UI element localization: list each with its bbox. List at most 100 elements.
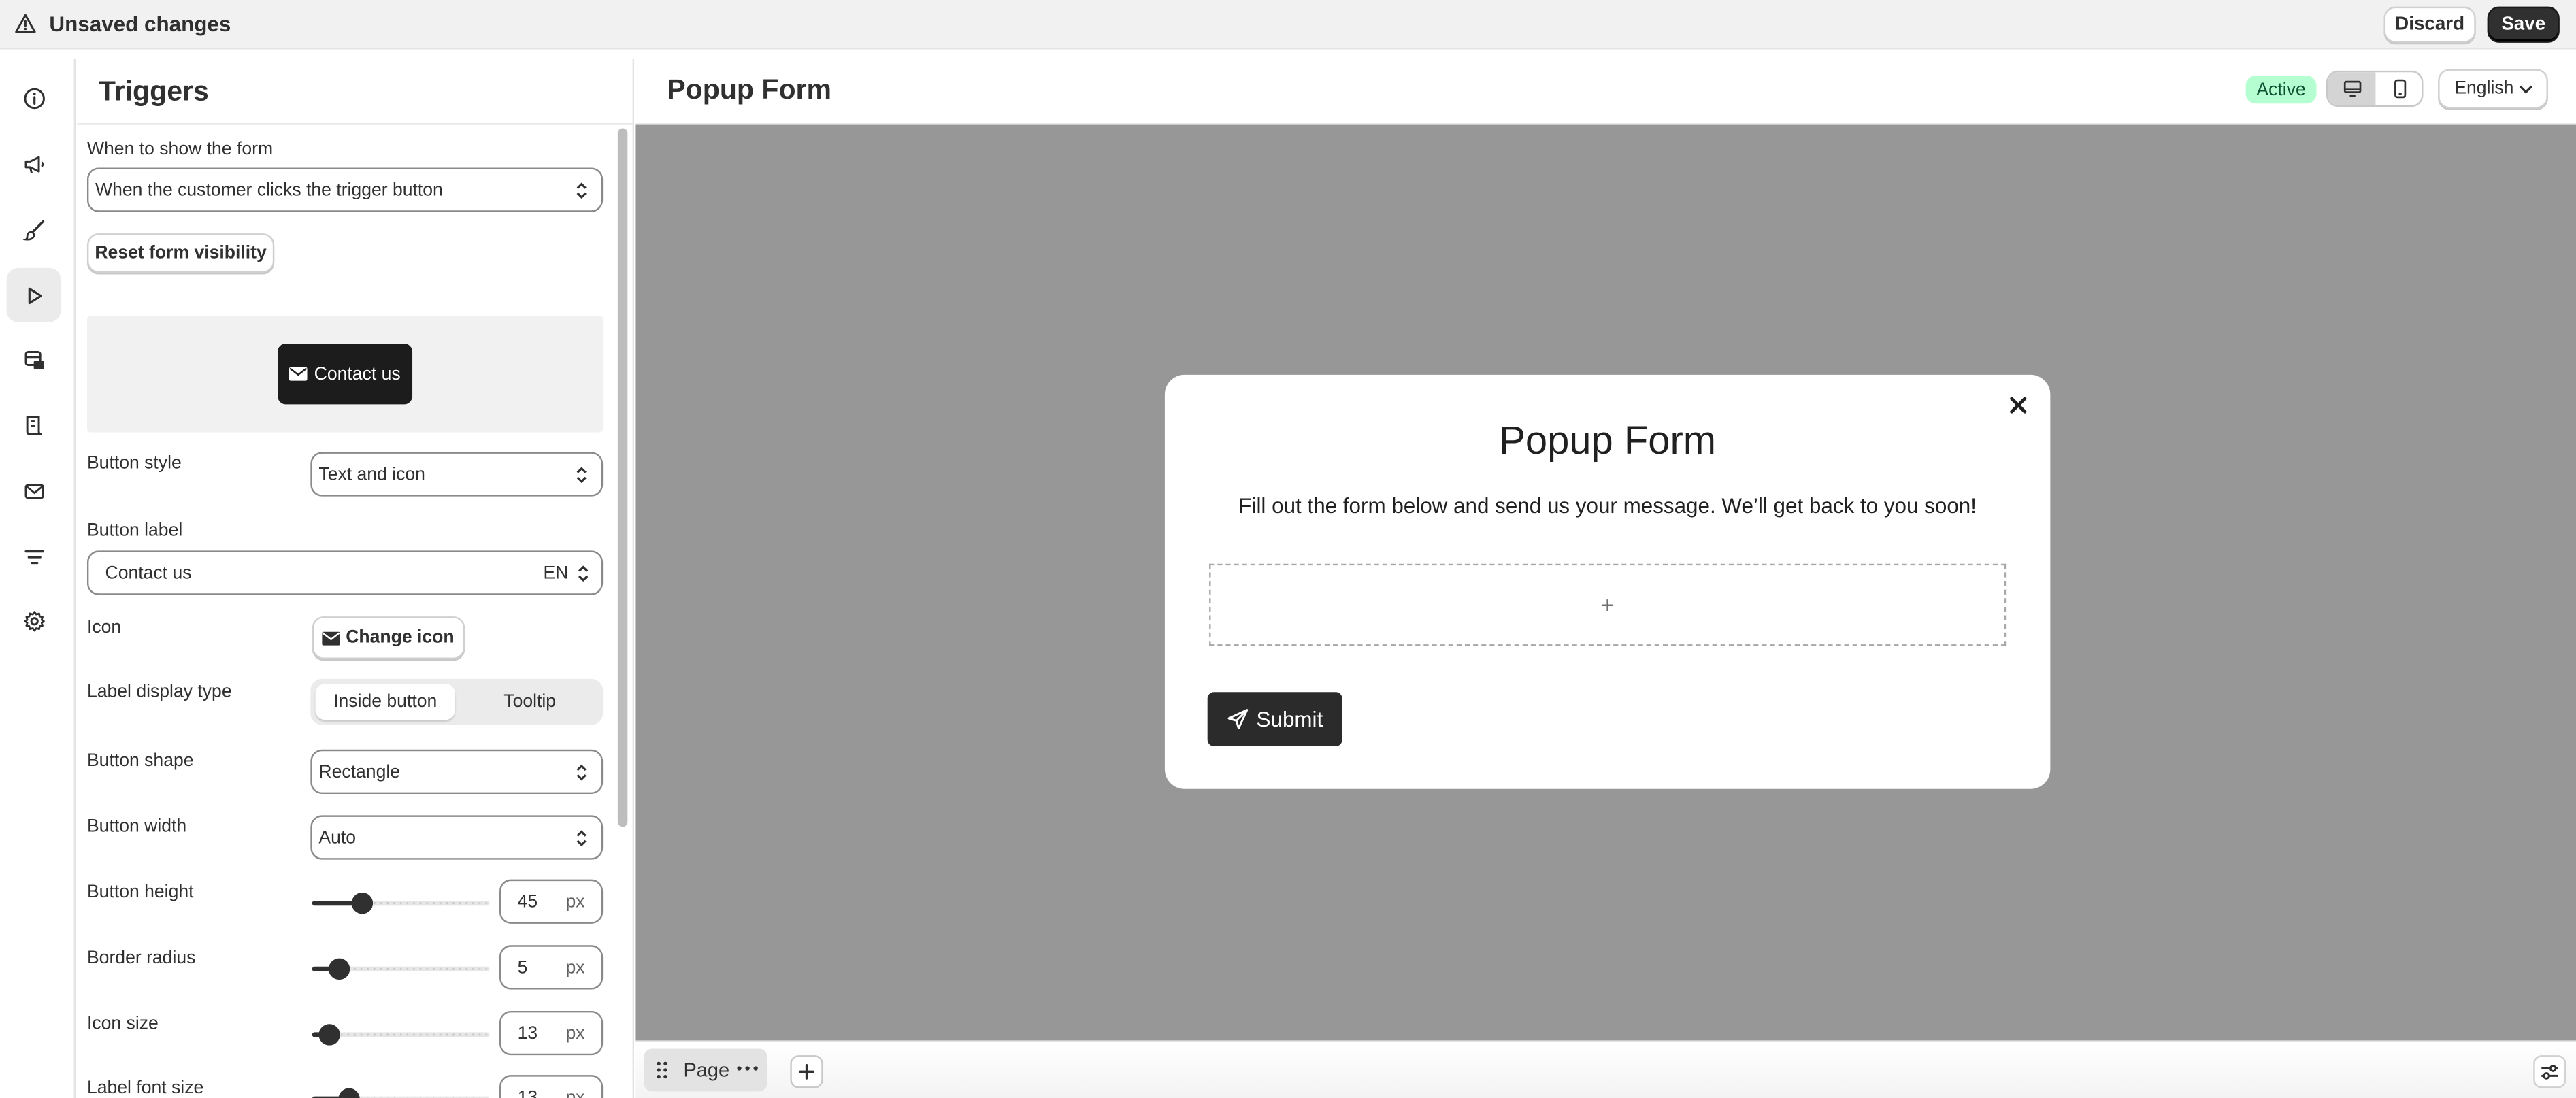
canvas-settings-button[interactable] (2533, 1055, 2566, 1088)
add-page-button[interactable] (790, 1055, 823, 1088)
button-height-slider[interactable] (312, 892, 490, 914)
border-radius-label: Border radius (86, 948, 196, 969)
language-code[interactable]: EN (544, 564, 569, 584)
icon-size-value: 13 (517, 1024, 538, 1044)
envelope-icon (323, 631, 341, 645)
mobile-icon (2393, 79, 2406, 99)
rail-style-button[interactable] (7, 202, 61, 256)
label-display-type-label: Label display type (86, 682, 232, 702)
receipt-icon (25, 415, 42, 435)
select-chevron-icon (576, 467, 587, 484)
status-badge: Active (2245, 76, 2317, 104)
border-radius-slider[interactable] (312, 958, 490, 980)
desktop-icon (2343, 80, 2361, 97)
button-label-value: Contact us (105, 563, 192, 583)
paintbrush-icon (22, 219, 44, 240)
button-shape-select[interactable]: Rectangle (310, 749, 604, 795)
modal-heading: Popup Form (1499, 419, 1717, 464)
select-chevron-icon (576, 182, 587, 199)
language-label: English (2454, 78, 2514, 99)
button-style-select[interactable]: Text and icon (310, 452, 604, 497)
label-font-size-label: Label font size (86, 1078, 204, 1098)
send-icon (1227, 709, 1248, 729)
page-tab[interactable]: Page (644, 1048, 767, 1092)
button-width-select[interactable]: Auto (310, 815, 604, 860)
rail-integrations-button[interactable] (7, 332, 61, 386)
segment-inside-button[interactable]: Inside button (315, 684, 455, 720)
label-font-size-input[interactable]: 13 px (499, 1075, 604, 1098)
unit-label: px (566, 1088, 585, 1098)
button-style-value: Text and icon (318, 464, 425, 484)
select-chevron-icon (576, 764, 587, 781)
app-window: Unsaved changes Discard Save Triggers Wh… (0, 0, 2576, 1098)
unit-label: px (565, 1024, 585, 1044)
rail-settings-button[interactable] (7, 593, 61, 648)
form-title: Popup Form (667, 73, 832, 105)
reset-form-visibility-button[interactable]: Reset form visibility (86, 233, 275, 273)
preview-canvas: Popup Form Fill out the form below and s… (635, 124, 2576, 1041)
add-field-plus: + (1600, 591, 1615, 618)
alert-triangle-icon (15, 14, 36, 33)
save-button[interactable]: Save (2487, 6, 2560, 43)
unit-label: px (565, 892, 585, 912)
button-style-label: Button style (86, 453, 182, 473)
play-icon (27, 286, 42, 303)
page-bar: Page (635, 1040, 2576, 1098)
submit-button[interactable]: Submit (1207, 692, 1342, 746)
discard-button[interactable]: Discard (2383, 6, 2476, 43)
icon-size-slider[interactable] (312, 1024, 490, 1046)
when-to-show-select[interactable]: When the customer clicks the trigger but… (86, 167, 604, 212)
slider-thumb[interactable] (337, 1088, 359, 1098)
icon-label: Icon (86, 618, 122, 638)
trigger-button-preview: Contact us (86, 315, 604, 433)
panel-scrollbar[interactable] (617, 128, 628, 827)
unit-label: px (565, 958, 585, 978)
rail-email-button[interactable] (7, 463, 61, 518)
slider-thumb[interactable] (318, 1024, 340, 1046)
border-radius-input[interactable]: 5 px (499, 945, 604, 990)
envelope-icon (24, 483, 44, 499)
unsaved-changes-title: Unsaved changes (49, 11, 231, 37)
language-selector[interactable]: English (2438, 69, 2548, 109)
info-icon (23, 87, 44, 108)
add-field-dropzone[interactable]: + (1209, 563, 2007, 646)
triggers-panel: Triggers When to show the form When the … (77, 59, 635, 1098)
button-shape-value: Rectangle (318, 761, 401, 782)
when-to-show-value: When the customer clicks the trigger but… (95, 180, 443, 200)
close-icon[interactable] (2009, 396, 2028, 414)
button-height-input[interactable]: 45 px (499, 879, 604, 924)
submit-label: Submit (1256, 706, 1323, 732)
label-display-segmented: Inside button Tooltip (310, 678, 604, 725)
more-horizontal-icon[interactable] (736, 1065, 759, 1072)
page-tab-label: Page (683, 1059, 730, 1082)
language-chevron-icon (578, 565, 589, 582)
rail-announcement-button[interactable] (7, 137, 61, 191)
change-icon-button[interactable]: Change icon (312, 616, 465, 659)
database-stack-icon (24, 350, 44, 369)
desktop-view-button[interactable] (2328, 72, 2376, 105)
gear-icon (23, 610, 44, 631)
preview-contact-button[interactable]: Contact us (278, 343, 413, 405)
button-height-value: 45 (517, 892, 538, 912)
icon-size-label: Icon size (86, 1014, 159, 1034)
label-font-size-value: 13 (518, 1088, 538, 1098)
button-shape-label: Button shape (86, 751, 194, 771)
mobile-view-button[interactable] (2375, 72, 2423, 105)
icon-size-input[interactable]: 13 px (499, 1010, 604, 1056)
drag-handle-icon[interactable] (655, 1060, 668, 1080)
slider-thumb[interactable] (329, 958, 350, 980)
preview-contact-label: Contact us (314, 364, 401, 384)
button-label-input[interactable]: Contact us EN (86, 550, 604, 595)
rail-triggers-button[interactable] (6, 267, 61, 322)
contextual-save-bar: Unsaved changes Discard Save (0, 0, 2576, 50)
popup-form-modal: Popup Form Fill out the form below and s… (1164, 374, 2051, 789)
filter-lines-icon (24, 549, 44, 563)
button-label-label: Button label (86, 520, 183, 541)
border-radius-value: 5 (517, 958, 528, 978)
chevron-down-icon (2519, 85, 2533, 94)
rail-submissions-button[interactable] (7, 398, 61, 452)
slider-thumb[interactable] (352, 892, 374, 914)
segment-tooltip[interactable]: Tooltip (461, 684, 597, 720)
rail-filter-button[interactable] (7, 529, 61, 584)
rail-info-button[interactable] (7, 71, 61, 125)
